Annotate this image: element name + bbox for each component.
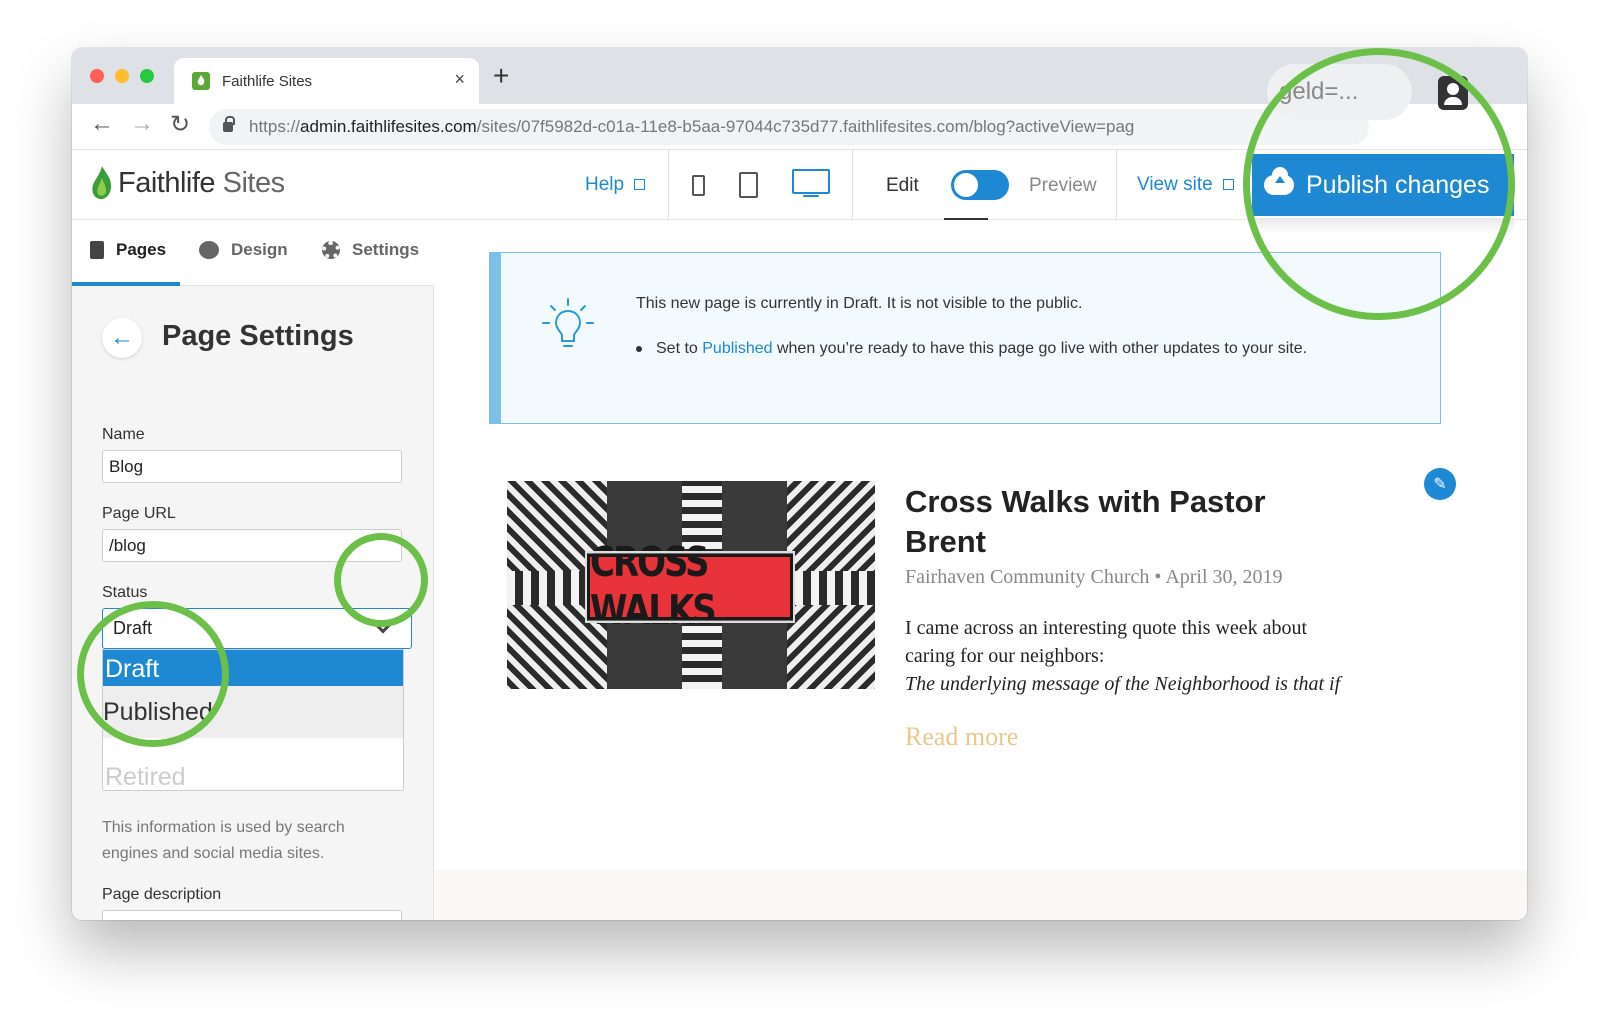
gear-icon — [322, 241, 340, 259]
tab-pages-label: Pages — [116, 240, 167, 259]
lock-icon — [223, 116, 235, 132]
page-settings-title: Page Settings — [162, 320, 354, 352]
page-description-field[interactable] — [102, 910, 402, 920]
divider — [668, 150, 669, 220]
browser-tab[interactable]: Faithlife Sites × — [174, 58, 479, 104]
tab-pages[interactable]: Pages — [90, 240, 166, 260]
notice-bullet-post: when you’re ready to have this page go l… — [772, 340, 1308, 357]
mobile-preview-icon[interactable] — [692, 175, 705, 196]
forward-icon[interactable]: → — [130, 110, 154, 138]
lightbulb-icon — [542, 298, 594, 347]
edit-pencil-icon[interactable]: ✎ — [1424, 468, 1456, 500]
highlight-ring-published — [77, 601, 229, 747]
status-label: Status — [102, 584, 148, 601]
page-icon — [90, 241, 104, 259]
edit-mode-label[interactable]: Edit — [886, 175, 919, 197]
post-thumbnail[interactable]: CROSS WALKS — [507, 481, 875, 689]
tab-settings-label: Settings — [352, 240, 420, 259]
address-bar[interactable]: https://admin.faithlifesites.com/sites/0… — [209, 109, 1369, 145]
notice-bullet: Set to Published when you’re ready to ha… — [636, 340, 1307, 358]
tab-settings[interactable]: Settings — [322, 240, 419, 260]
faithlife-sites-logo[interactable]: Faithlife Sites — [90, 166, 285, 200]
preview-mode-label[interactable]: Preview — [1029, 175, 1097, 197]
post-excerpt: I came across an interesting quote this … — [905, 614, 1345, 698]
notice-text: This new page is currently in Draft. It … — [636, 295, 1083, 312]
name-field[interactable]: Blog — [102, 450, 402, 483]
post-title[interactable]: Cross Walks with Pastor Brent — [905, 482, 1325, 562]
palette-icon — [199, 241, 219, 259]
tablet-preview-icon[interactable] — [739, 172, 758, 198]
seo-hint-text: This information is used by search engin… — [102, 819, 345, 862]
divider — [852, 150, 853, 220]
back-icon[interactable]: ← — [90, 110, 114, 138]
reload-icon[interactable]: ↻ — [170, 110, 190, 139]
new-tab-button[interactable]: + — [493, 60, 509, 92]
post-meta: Fairhaven Community Church • April 30, 2… — [905, 566, 1283, 588]
read-more-link[interactable]: Read more — [905, 722, 1018, 752]
page-description-label: Page description — [102, 886, 222, 903]
highlight-ring-publish — [1243, 48, 1515, 320]
close-window-button[interactable] — [90, 69, 104, 83]
external-link-icon — [634, 179, 646, 190]
name-label: Name — [102, 426, 145, 443]
tab-design[interactable]: Design — [199, 240, 288, 260]
flame-icon — [92, 166, 112, 200]
logo-text-bold: Faithlife — [118, 166, 216, 199]
edit-preview-toggle[interactable] — [951, 170, 1009, 200]
maximize-window-button[interactable] — [140, 69, 154, 83]
sidebar-tabs: Pages Design Settings — [72, 220, 434, 286]
post-excerpt-text: I came across an interesting quote this … — [905, 617, 1308, 667]
minimize-window-button[interactable] — [115, 69, 129, 83]
active-tab-indicator — [72, 282, 180, 286]
footer-band — [435, 870, 1527, 920]
desktop-stand-icon — [803, 195, 819, 197]
page-preview-canvas: This new page is currently in Draft. It … — [435, 220, 1527, 920]
back-arrow-icon[interactable]: ← — [102, 318, 142, 358]
highlight-ring-chevron — [334, 533, 428, 627]
url-text: https://admin.faithlifesites.com/sites/0… — [249, 117, 1135, 136]
tab-close-icon[interactable]: × — [454, 69, 465, 90]
view-site-link[interactable]: View site — [1137, 174, 1234, 196]
notice-bullet-pre: Set to — [656, 340, 703, 357]
page-url-label: Page URL — [102, 505, 176, 522]
help-label: Help — [585, 174, 625, 195]
help-link[interactable]: Help — [585, 174, 646, 196]
cross-walks-sign: CROSS WALKS — [585, 539, 795, 635]
external-link-icon — [1222, 179, 1234, 190]
post-excerpt-quote: The underlying message of the Neighborho… — [905, 673, 1341, 695]
faithlife-favicon-icon — [192, 72, 210, 90]
divider — [1116, 150, 1117, 220]
published-link[interactable]: Published — [702, 340, 772, 357]
desktop-preview-icon[interactable] — [792, 169, 830, 194]
view-site-label: View site — [1137, 174, 1213, 195]
tab-design-label: Design — [231, 240, 288, 259]
bullet-icon — [636, 345, 642, 352]
logo-text-thin: Sites — [215, 166, 285, 199]
tab-title: Faithlife Sites — [222, 72, 313, 90]
